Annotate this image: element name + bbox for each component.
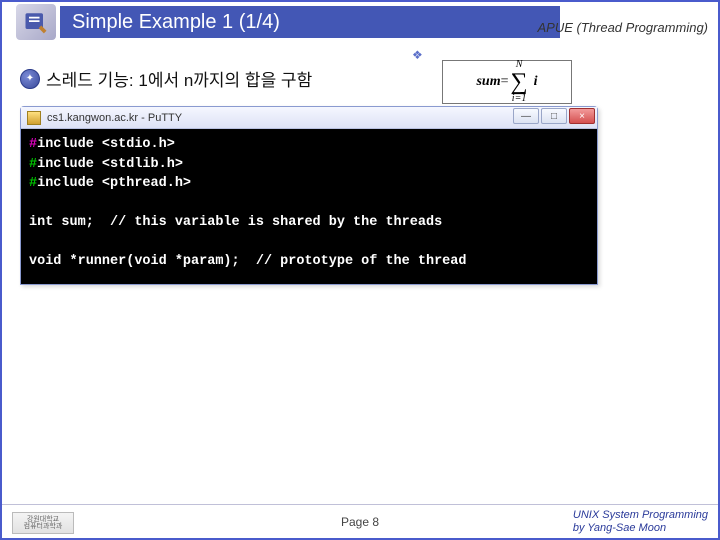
diamond-bullet-icon: ❖ xyxy=(412,48,423,62)
hash-icon: # xyxy=(29,157,37,172)
university-logo: 강원대학교 컴퓨터과학과 xyxy=(12,512,74,534)
bullet-row: ✦ 스레드 기능: 1에서 n까지의 합을 구함 xyxy=(20,66,312,91)
slide-corner-icon xyxy=(16,4,56,40)
footer: 강원대학교 컴퓨터과학과 Page 8 UNIX System Programm… xyxy=(2,504,718,538)
sum-formula: sum = N ∑ i=1 i xyxy=(442,60,572,104)
code-line: include <stdlib.h> xyxy=(37,157,183,172)
code-line: void *runner(void *param); // prototype … xyxy=(29,254,466,269)
terminal-body[interactable]: #include <stdio.h> #include <stdlib.h> #… xyxy=(21,129,597,284)
logo-line2: 컴퓨터과학과 xyxy=(24,523,63,530)
code-line: include <pthread.h> xyxy=(37,176,191,191)
window-controls: — □ × xyxy=(511,108,595,124)
putty-title: cs1.kangwon.ac.kr - PuTTY xyxy=(47,112,182,124)
hash-icon: # xyxy=(29,137,37,152)
maximize-button[interactable]: □ xyxy=(541,108,567,124)
page-number: Page 8 xyxy=(341,515,379,529)
logo-line1: 강원대학교 xyxy=(27,516,59,523)
title-bar: Simple Example 1 (1/4) xyxy=(60,6,560,38)
slide: Simple Example 1 (1/4) APUE (Thread Prog… xyxy=(0,0,720,540)
code-line: include <stdio.h> xyxy=(37,137,175,152)
formula-rhs: i xyxy=(534,74,538,90)
hash-icon: # xyxy=(29,176,37,191)
close-button[interactable]: × xyxy=(569,108,595,124)
sigma-icon: N ∑ i=1 xyxy=(511,60,528,104)
slide-title: Simple Example 1 (1/4) xyxy=(72,11,280,34)
putty-icon xyxy=(27,111,41,125)
minimize-button[interactable]: — xyxy=(513,108,539,124)
code-line: int sum; // this variable is shared by t… xyxy=(29,215,442,230)
topic-label: APUE (Thread Programming) xyxy=(538,20,709,35)
credit-line2: by Yang-Sae Moon xyxy=(573,522,708,536)
bullet-text: 스레드 기능: 1에서 n까지의 합을 구함 xyxy=(46,66,312,91)
sigma-lower: i=1 xyxy=(512,94,527,104)
credit-line1: UNIX System Programming xyxy=(573,509,708,523)
footer-credits: UNIX System Programming by Yang-Sae Moon xyxy=(573,509,708,537)
globe-bullet-icon: ✦ xyxy=(20,69,40,89)
putty-window: cs1.kangwon.ac.kr - PuTTY — □ × #include… xyxy=(20,106,598,285)
formula-lhs: sum xyxy=(476,74,500,90)
putty-titlebar[interactable]: cs1.kangwon.ac.kr - PuTTY — □ × xyxy=(21,107,597,129)
formula-eq: = xyxy=(501,74,509,90)
